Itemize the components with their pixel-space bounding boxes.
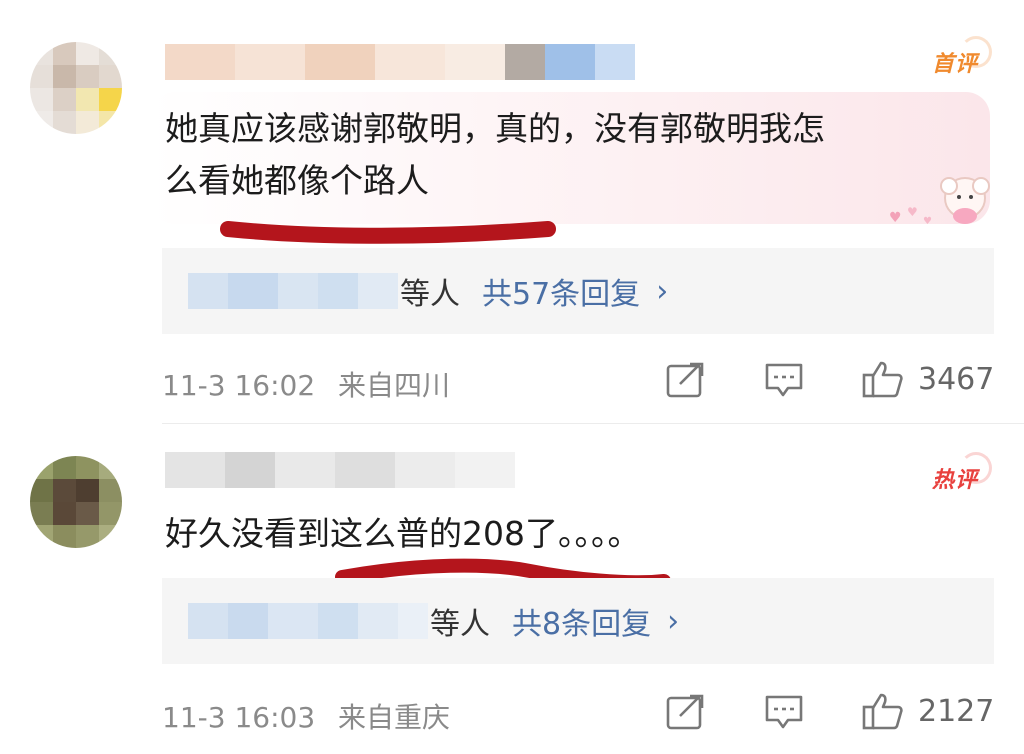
location: 来自重庆 <box>338 701 451 734</box>
comment-item: 首评 她真应该感谢郭敬明，真的，没有郭敬明我怎 么看她都像个路人 ♥ ♥ ♥ 等… <box>0 0 1024 420</box>
reply-summary[interactable]: 等人 共57条回复 › <box>162 248 994 334</box>
username-blurred[interactable] <box>165 44 635 80</box>
chevron-right-icon[interactable]: › <box>667 604 679 639</box>
comment-meta: 11-3 16:03 来自重庆 <box>162 696 450 736</box>
avatar[interactable] <box>30 456 122 548</box>
comment-text: 好久没看到这么普的208了。。。。 <box>165 514 641 553</box>
chevron-right-icon[interactable]: › <box>656 274 668 309</box>
first-comment-badge: 首评 <box>932 36 992 78</box>
timestamp: 11-3 16:03 <box>162 701 316 734</box>
avatar[interactable] <box>30 42 122 134</box>
reply-count-link[interactable]: 共8条回复 <box>512 599 651 643</box>
location: 来自四川 <box>338 369 451 402</box>
reply-summary[interactable]: 等人 共8条回复 › <box>162 578 994 664</box>
hot-comment-badge: 热评 <box>932 452 992 494</box>
svg-text:♥: ♥ <box>923 216 932 227</box>
username-blurred[interactable] <box>165 452 515 488</box>
reply-count-link[interactable]: 共57条回复 <box>482 269 640 313</box>
sheep-sticker-icon: ♥ ♥ ♥ <box>889 177 990 227</box>
comment-item: 热评 好久没看到这么普的208了。。。。 等人 共8条回复 › 11-3 16:… <box>0 430 1024 754</box>
comment-meta: 11-3 16:02 来自四川 <box>162 364 450 404</box>
like-count: 3467 <box>918 362 995 397</box>
thumbs-up-icon[interactable] <box>862 360 904 398</box>
comment-icon[interactable] <box>764 694 804 730</box>
red-underline-annotation <box>220 221 556 244</box>
svg-text:♥: ♥ <box>889 210 902 226</box>
svg-text:♥: ♥ <box>907 205 918 219</box>
share-icon[interactable] <box>666 362 706 398</box>
reply-participants-label: 等人 <box>430 607 490 642</box>
thumbs-up-icon[interactable] <box>862 692 904 730</box>
comment-text: 她真应该感谢郭敬明，真的，没有郭敬明我怎 么看她都像个路人 <box>165 109 825 200</box>
share-icon[interactable] <box>666 694 706 730</box>
comment-icon[interactable] <box>764 362 804 398</box>
replier-names-blurred <box>188 603 428 639</box>
replier-names-blurred <box>188 273 398 309</box>
like-count: 2127 <box>918 694 995 729</box>
reply-participants-label: 等人 <box>400 277 460 312</box>
divider <box>162 423 1024 424</box>
timestamp: 11-3 16:02 <box>162 369 316 402</box>
